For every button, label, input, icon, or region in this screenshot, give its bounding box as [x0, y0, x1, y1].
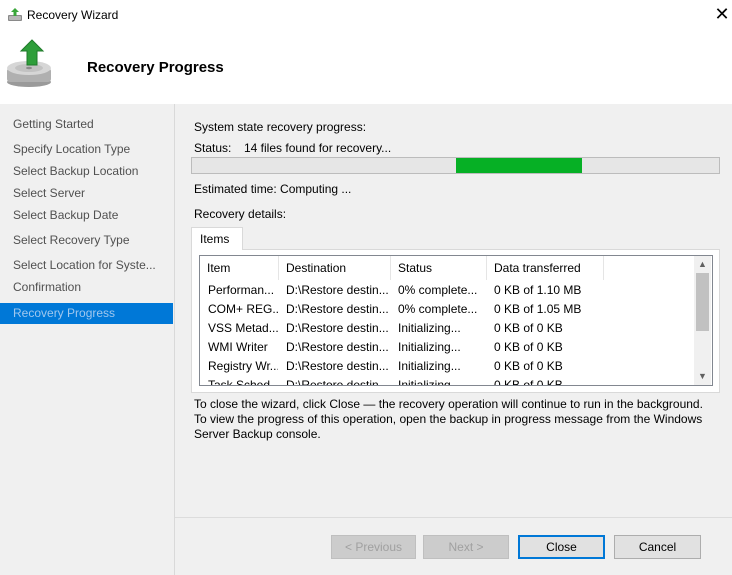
table-cell: 0% complete...	[398, 302, 478, 316]
step-specify-location-type[interactable]: Specify Location Type	[13, 142, 130, 156]
step-select-backup-location[interactable]: Select Backup Location	[13, 164, 138, 178]
column-header-item[interactable]: Item	[200, 256, 279, 280]
step-select-recovery-type[interactable]: Select Recovery Type	[13, 233, 130, 247]
note-line-2: To view the progress of this operation, …	[194, 412, 703, 441]
table-cell: Task Sched...	[208, 378, 278, 386]
table-cell: D:\Restore destin...	[286, 340, 389, 354]
recovery-progress-bar	[191, 157, 720, 174]
tab-items[interactable]: Items	[191, 227, 243, 250]
window-title: Recovery Wizard	[27, 8, 119, 22]
previous-button[interactable]: < Previous	[331, 535, 416, 559]
table-cell: Initializing...	[398, 321, 461, 335]
table-cell: COM+ REG...	[208, 302, 278, 316]
table-cell: 0 KB of 1.10 MB	[494, 283, 582, 297]
table-cell: D:\Restore destin...	[286, 283, 389, 297]
close-button[interactable]: Close	[518, 535, 605, 559]
step-select-backup-date[interactable]: Select Backup Date	[13, 208, 118, 222]
status-label: Status:	[194, 141, 232, 155]
progress-bar-fill	[456, 158, 582, 173]
estimated-time: Estimated time: Computing ...	[194, 182, 352, 196]
tab-items-label: Items	[200, 232, 230, 246]
vertical-scrollbar[interactable]: ▲ ▼	[694, 256, 711, 385]
scroll-up-icon[interactable]: ▲	[694, 256, 711, 273]
table-cell: Registry Wr...	[208, 359, 278, 373]
close-wizard-note: To close the wizard, click Close — the r…	[194, 397, 714, 442]
scrollbar-thumb[interactable]	[696, 273, 709, 331]
table-cell: 0 KB of 0 KB	[494, 321, 563, 335]
recovery-items-list[interactable]: Item Destination Status Data transferred…	[199, 255, 713, 386]
step-select-server[interactable]: Select Server	[13, 186, 85, 200]
table-cell: Performan...	[208, 283, 275, 297]
window-close-icon[interactable]: ✕	[712, 4, 732, 24]
table-cell: WMI Writer	[208, 340, 268, 354]
step-confirmation[interactable]: Confirmation	[13, 280, 81, 294]
table-cell: D:\Restore destin...	[286, 378, 389, 386]
table-cell: 0 KB of 0 KB	[494, 340, 563, 354]
cancel-button[interactable]: Cancel	[614, 535, 701, 559]
table-cell: 0 KB of 0 KB	[494, 359, 563, 373]
status-value: 14 files found for recovery...	[244, 141, 392, 155]
page-title: Recovery Progress	[87, 59, 224, 76]
recovery-wizard-app-icon	[8, 8, 22, 21]
table-cell: D:\Restore destin...	[286, 302, 389, 316]
table-cell: D:\Restore destin...	[286, 359, 389, 373]
table-cell: VSS Metad...	[208, 321, 278, 335]
table-cell: 0% complete...	[398, 283, 478, 297]
column-header-destination[interactable]: Destination	[279, 256, 391, 280]
next-button[interactable]: Next >	[423, 535, 509, 559]
table-cell: Initializing...	[398, 359, 461, 373]
recovery-details-label: Recovery details:	[194, 207, 287, 221]
recovery-progress-label: System state recovery progress:	[194, 120, 367, 134]
table-cell: 0 KB of 1.05 MB	[494, 302, 582, 316]
wizard-steps-sidebar: Getting Started Specify Location Type Se…	[0, 104, 174, 575]
note-line-1: To close the wizard, click Close — the r…	[194, 397, 703, 411]
step-select-location-for-system-state[interactable]: Select Location for Syste...	[13, 258, 156, 272]
table-cell: Initializing...	[398, 340, 461, 354]
table-cell: 0 KB of 0 KB	[494, 378, 563, 386]
backup-drive-icon	[7, 39, 51, 87]
step-getting-started[interactable]: Getting Started	[13, 117, 94, 131]
step-recovery-progress[interactable]: Recovery Progress	[0, 303, 173, 324]
column-header-status[interactable]: Status	[391, 256, 487, 280]
table-cell: Initializing...	[398, 378, 461, 386]
column-header-data-transferred[interactable]: Data transferred	[487, 256, 604, 280]
table-cell: D:\Restore destin...	[286, 321, 389, 335]
scroll-down-icon[interactable]: ▼	[694, 368, 711, 385]
